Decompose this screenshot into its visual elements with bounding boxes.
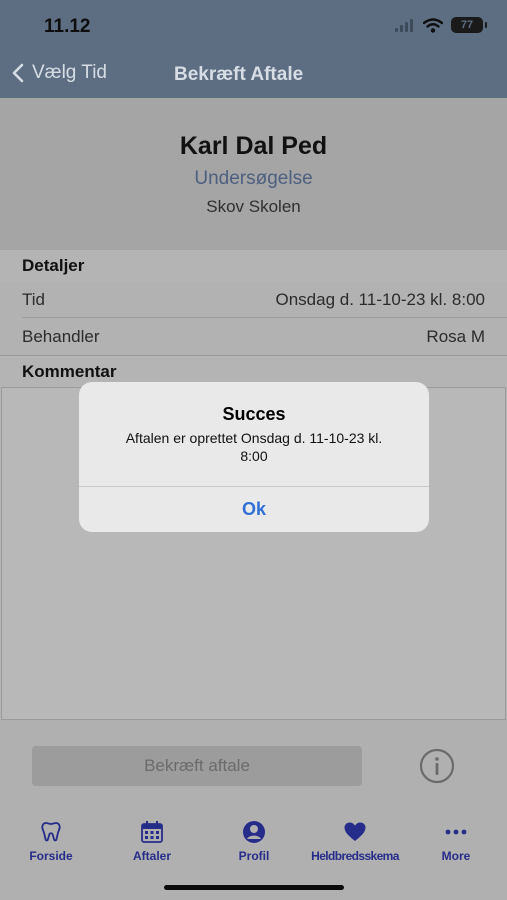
cellular-signal-icon xyxy=(395,19,413,32)
home-indicator xyxy=(164,885,344,890)
tooth-icon xyxy=(41,822,61,842)
navigation-bar: Vælg Tid Bekræft Aftale xyxy=(0,50,507,98)
treatment-type: Undersøgelse xyxy=(194,168,313,189)
tab-profil[interactable]: Profil xyxy=(204,812,304,872)
battery-level: 77 xyxy=(460,19,474,31)
back-button-label: Vælg Tid xyxy=(32,62,107,83)
tab-label: More xyxy=(441,849,471,863)
alert-title: Succes xyxy=(222,404,286,424)
more-dots-icon xyxy=(445,829,467,835)
status-icons: 77 xyxy=(395,17,487,33)
info-button[interactable] xyxy=(419,748,455,784)
tab-label: Heldbredsskema xyxy=(311,849,399,863)
back-button[interactable]: Vælg Tid xyxy=(12,62,107,84)
detail-label: Behandler xyxy=(22,327,100,346)
info-icon xyxy=(419,748,455,784)
detail-row-time: Tid Onsdag d. 11-10-23 kl. 8:00 xyxy=(0,282,507,318)
profile-icon xyxy=(243,821,265,843)
page-title: Bekræft Aftale xyxy=(174,64,304,85)
clinic-name: Skov Skolen xyxy=(206,197,301,216)
detail-label: Tid xyxy=(22,290,45,309)
alert-message: Aftalen er oprettet Onsdag d. 11-10-23 k… xyxy=(125,430,383,464)
chevron-left-icon xyxy=(12,63,24,83)
alert-ok-button[interactable]: Ok xyxy=(79,487,429,532)
tab-label: Aftaler xyxy=(132,849,171,863)
details-heading: Detaljer xyxy=(0,250,507,282)
confirm-appointment-button[interactable]: Bekræft aftale xyxy=(32,746,362,786)
heart-icon xyxy=(344,822,366,841)
appointment-header: Karl Dal Ped Undersøgelse Skov Skolen xyxy=(0,98,507,250)
tab-more[interactable]: More xyxy=(406,812,506,872)
detail-row-practitioner: Behandler Rosa M xyxy=(0,319,507,355)
tab-label: Profil xyxy=(238,849,270,863)
tab-heldbredsskema[interactable]: Heldbredsskema xyxy=(305,812,405,872)
tab-bar: Forside Aftaler Profil Heldbredsskema Mo… xyxy=(0,812,507,872)
wifi-icon xyxy=(423,17,443,33)
detail-value: Onsdag d. 11-10-23 kl. 8:00 xyxy=(275,290,486,309)
detail-value: Rosa M xyxy=(426,327,485,346)
success-alert-dialog: Succes Aftalen er oprettet Onsdag d. 11-… xyxy=(79,382,429,532)
tab-forside[interactable]: Forside xyxy=(1,812,101,872)
calendar-icon xyxy=(141,821,163,843)
battery-icon: 77 xyxy=(451,17,487,33)
tab-aftaler[interactable]: Aftaler xyxy=(102,812,202,872)
status-time: 11.12 xyxy=(44,16,91,37)
patient-name: Karl Dal Ped xyxy=(179,132,328,160)
status-bar: 11.12 77 xyxy=(0,0,507,50)
tab-label: Forside xyxy=(29,849,73,863)
